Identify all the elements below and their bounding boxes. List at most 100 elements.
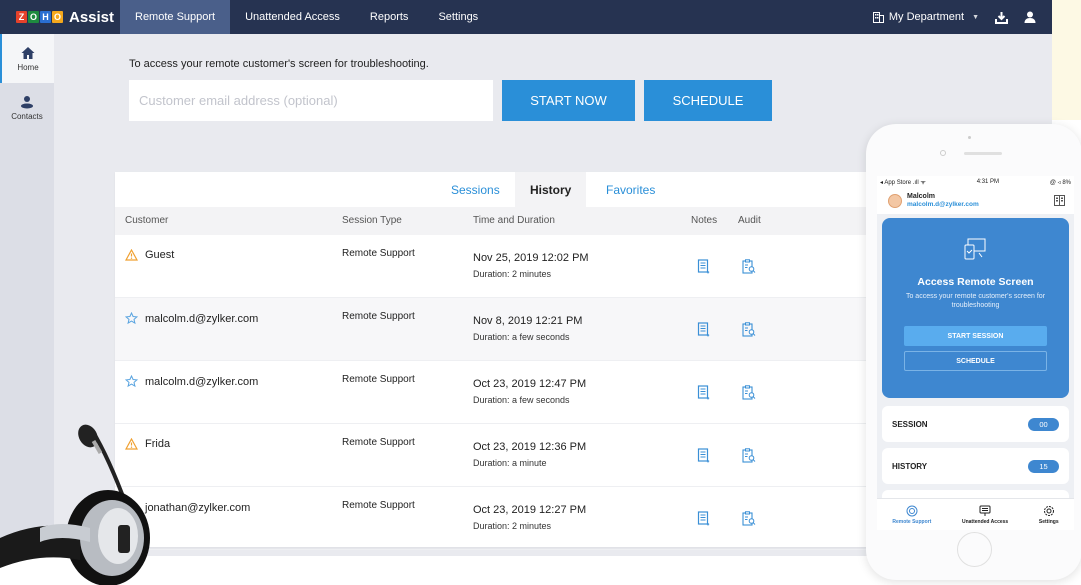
audit-icon[interactable] <box>742 259 756 274</box>
access-remote-card: Access Remote Screen To access your remo… <box>882 218 1069 398</box>
column-header-notes: Notes <box>691 215 718 226</box>
session-duration: Duration: 2 minutes <box>473 521 552 531</box>
customer-cell: malcolm.d@zylker.com <box>125 375 258 388</box>
stat-label: HISTORY <box>892 461 928 471</box>
download-icon[interactable] <box>995 11 1008 24</box>
zoho-assist-logo[interactable]: Z O H O Assist <box>0 0 120 34</box>
battery-status: @ ◃ 8% <box>1049 179 1071 186</box>
audit-icon[interactable] <box>742 322 756 337</box>
nav-remote-support[interactable]: Remote Support <box>120 0 231 34</box>
notes-icon[interactable] <box>697 322 711 337</box>
customer-cell: malcolm.d@zylker.com <box>125 312 258 325</box>
notes-icon[interactable] <box>697 259 711 274</box>
history-count-item[interactable]: HISTORY 15 <box>882 448 1069 484</box>
phone-camera <box>940 150 946 156</box>
chevron-down-icon: ▼ <box>972 13 979 21</box>
table-header: Customer Session Type Time and Duration … <box>115 207 867 235</box>
session-duration: Duration: a few seconds <box>473 395 570 405</box>
phone-status-bar: ◂ App Store .ıll ᯤ 4:31 PM @ ◃ 8% <box>877 176 1074 188</box>
nav-unattended-access[interactable]: Unattended Access <box>230 0 355 34</box>
logo-letter: H <box>40 11 51 23</box>
home-icon <box>21 46 35 59</box>
table-row[interactable]: Guest Remote Support Nov 25, 2019 12:02 PM… <box>115 235 867 298</box>
organization-icon[interactable] <box>1054 195 1065 206</box>
session-type: Remote Support <box>342 374 415 385</box>
count-badge: 15 <box>1028 459 1059 473</box>
column-header-customer: Customer <box>125 215 169 226</box>
tab-label: Remote Support <box>892 518 932 525</box>
session-type: Remote Support <box>342 248 415 259</box>
customer-name: malcolm.d@zylker.com <box>145 375 259 388</box>
phone-tab-settings[interactable]: Settings <box>1039 505 1059 525</box>
table-row[interactable]: malcolm.d@zylker.com Remote Support Oct 23… <box>115 361 867 424</box>
time-cell: Nov 25, 2019 12:02 PM Duration: 2 minutes <box>473 252 589 279</box>
user-email: malcolm.d@zylker.com <box>907 201 979 208</box>
phone-speaker <box>964 152 1002 155</box>
nav-settings[interactable]: Settings <box>423 0 493 34</box>
user-profile-icon[interactable] <box>1024 11 1036 23</box>
notes-icon[interactable] <box>697 385 711 400</box>
department-dropdown[interactable]: My Department ▼ <box>872 11 979 23</box>
table-row[interactable]: malcolm.d@zylker.com Remote Support Nov 8,… <box>115 298 867 361</box>
session-time: Nov 8, 2019 12:21 PM <box>473 315 583 327</box>
phone-tab-remote-support[interactable]: Remote Support <box>892 505 931 525</box>
session-time: Oct 23, 2019 12:47 PM <box>473 378 587 390</box>
star-icon[interactable] <box>125 312 138 325</box>
audit-icon[interactable] <box>742 448 756 463</box>
phone-tab-unattended-access[interactable]: Unattended Access <box>962 505 1008 525</box>
sidebar-item-label: Contacts <box>11 111 43 121</box>
tab-history[interactable]: History <box>515 172 587 207</box>
avatar[interactable] <box>888 194 902 208</box>
notes-icon[interactable] <box>697 448 711 463</box>
time-cell: Nov 8, 2019 12:21 PM Duration: a few seco… <box>473 315 582 342</box>
table-row[interactable]: jonathan@zylker.com Remote Support Oct 23,… <box>115 487 867 550</box>
phone-home-button <box>957 532 992 567</box>
session-time: Oct 23, 2019 12:27 PM <box>473 504 587 516</box>
logo-letter: O <box>28 11 39 23</box>
audit-icon[interactable] <box>742 385 756 400</box>
audit-icon[interactable] <box>742 511 756 526</box>
history-panel: Sessions History Favorites Customer Sess… <box>115 172 867 550</box>
logo-letter: O <box>52 11 63 23</box>
monitor-icon <box>979 505 991 516</box>
status-time: 4:31 PM <box>976 179 1000 185</box>
session-duration: Duration: 2 minutes <box>473 269 552 279</box>
column-header-session-type: Session Type <box>342 215 402 226</box>
start-session-button[interactable]: START SESSION <box>904 326 1047 346</box>
count-badge: 00 <box>1028 417 1059 431</box>
history-tabs: Sessions History Favorites <box>115 172 867 207</box>
phone-sensor <box>968 136 971 139</box>
building-icon <box>872 11 884 23</box>
mobile-app-mockup: ◂ App Store .ıll ᯤ 4:31 PM @ ◃ 8% Malcol… <box>866 124 1081 580</box>
product-name: Assist <box>69 8 115 26</box>
star-icon[interactable] <box>125 375 138 388</box>
session-count-item[interactable]: SESSION 00 <box>882 406 1069 442</box>
sidebar-item-home[interactable]: Home <box>0 34 54 83</box>
nav-reports[interactable]: Reports <box>355 0 424 34</box>
table-row[interactable]: Frida Remote Support Oct 23, 2019 12:36 PM… <box>115 424 867 487</box>
column-header-audit: Audit <box>738 215 761 226</box>
tab-favorites[interactable]: Favorites <box>590 172 671 207</box>
gear-icon <box>1043 505 1054 516</box>
customer-name: malcolm.d@zylker.com <box>145 312 259 325</box>
topbar-right: My Department ▼ <box>872 0 1052 34</box>
logo-letter: Z <box>16 11 27 23</box>
phone-screen: ◂ App Store .ıll ᯤ 4:31 PM @ ◃ 8% Malcol… <box>877 176 1074 530</box>
start-now-button[interactable]: START NOW <box>502 80 635 121</box>
tab-sessions[interactable]: Sessions <box>435 172 516 207</box>
stat-label: SESSION <box>892 419 928 429</box>
schedule-button[interactable]: SCHEDULE <box>644 80 772 121</box>
phone-schedule-button[interactable]: SCHEDULE <box>904 351 1047 371</box>
user-name: Malcolm <box>907 193 936 200</box>
column-header-time: Time and Duration <box>473 215 555 226</box>
notes-icon[interactable] <box>697 511 711 526</box>
warning-icon <box>125 249 138 261</box>
session-duration: Duration: a minute <box>473 458 547 468</box>
intro-text: To access your remote customer's screen … <box>129 58 429 70</box>
card-title: Access Remote Screen <box>917 276 1034 288</box>
card-subtitle: To access your remote customer's screen … <box>905 293 1046 309</box>
customer-email-input[interactable] <box>129 80 493 121</box>
customer-cell: Guest <box>125 249 174 261</box>
sidebar-item-contacts[interactable]: Contacts <box>0 83 54 132</box>
session-type: Remote Support <box>342 311 415 322</box>
